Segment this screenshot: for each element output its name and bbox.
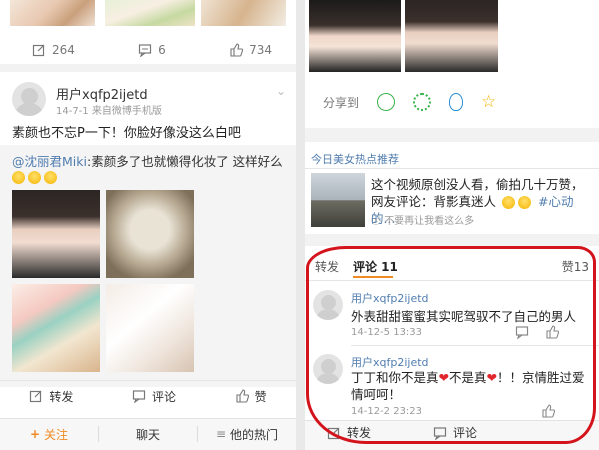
recommend-dismiss-label: 不要再让我看这么多	[384, 216, 475, 227]
section-gap	[305, 128, 599, 142]
comment-time: 14-12-2 23:23	[351, 406, 423, 417]
thumbs-up-icon	[235, 389, 249, 403]
divider	[351, 345, 599, 346]
recommend-thumbnail[interactable]	[311, 173, 365, 227]
top-image-3[interactable]	[201, 0, 286, 26]
avatar[interactable]	[12, 82, 46, 116]
post-text: 素颜也不忘P一下！你脸好像没这么白吧	[12, 126, 241, 141]
share-row: 分享到 ☆	[323, 90, 496, 114]
divider	[0, 380, 296, 381]
hot-section-title: 今日美女热点推荐	[311, 153, 399, 166]
wechat-icon[interactable]	[377, 93, 396, 111]
heart-icon: ❤	[486, 370, 497, 385]
comment-button[interactable]: 评论	[132, 388, 176, 405]
section-gap	[0, 64, 296, 72]
chevron-down-icon[interactable]: ⌄	[276, 84, 286, 98]
tab-active-indicator	[353, 276, 393, 278]
emoji-row	[12, 170, 60, 184]
top-image-2[interactable]	[105, 0, 195, 26]
tab-like[interactable]: 赞13	[562, 258, 589, 275]
comment-icon	[132, 389, 146, 403]
edit-icon	[327, 426, 341, 440]
tab-repost[interactable]: 转发	[315, 258, 339, 275]
hot-label: 他的热门	[230, 427, 279, 442]
close-icon: ⓧ	[371, 216, 381, 227]
top-image-1[interactable]	[10, 0, 95, 26]
avatar[interactable]	[313, 290, 343, 320]
comment-text-part: 丁丁和你不是真	[351, 370, 439, 385]
top-comment-action[interactable]: 6	[138, 43, 166, 57]
comment-text-part: 不是真	[449, 370, 487, 385]
bottom-comment-label: 评论	[453, 426, 478, 440]
heart-icon: ❤	[438, 370, 449, 385]
moments-icon[interactable]	[413, 93, 432, 111]
comment-time: 14-12-5 13:33	[351, 327, 423, 338]
top-like-count: 734	[249, 43, 272, 57]
quoted-text: :素颜多了也就懒得化妆了 这样好么	[86, 154, 283, 169]
comment-username[interactable]: 用户xqfp2ijetd	[351, 290, 429, 306]
qq-icon[interactable]	[449, 93, 464, 111]
follow-label: 关注	[44, 427, 69, 442]
bottom-repost-label: 转发	[347, 426, 372, 440]
avatar[interactable]	[313, 354, 343, 384]
comment-text: 丁丁和你不是真❤不是真❤！！京情胜过爱情呵呵！	[351, 369, 591, 403]
divider	[305, 280, 599, 281]
post-image-2[interactable]	[106, 190, 194, 278]
plus-icon: +	[29, 427, 41, 441]
chat-button[interactable]: 聊天	[99, 426, 197, 443]
like-label: 赞	[254, 389, 267, 404]
hot-button[interactable]: ≡ 他的热门	[198, 426, 296, 443]
post-image-4[interactable]	[106, 284, 194, 372]
post-image-1[interactable]	[12, 190, 100, 278]
comment-icon	[138, 43, 152, 57]
share-label: 分享到	[323, 95, 360, 110]
post-action-row: 转发 评论 赞	[0, 385, 296, 407]
top-photo-2[interactable]	[405, 0, 498, 72]
emoji-icon	[28, 171, 41, 184]
follow-button[interactable]: + 关注	[0, 426, 98, 443]
quoted-mention[interactable]: @沈丽君Miki	[12, 154, 87, 169]
bottom-repost-button[interactable]: 转发	[327, 424, 371, 441]
chat-label: 聊天	[135, 427, 160, 442]
comment-icon[interactable]	[515, 325, 529, 339]
top-action-row: 264 6 734	[32, 40, 272, 60]
post-username[interactable]: 用户xqfp2ijetd	[56, 84, 148, 103]
edit-icon	[32, 43, 46, 57]
emoji-icon	[44, 171, 57, 184]
comment-actions	[541, 404, 555, 418]
comment-actions	[515, 325, 559, 339]
post-meta: 14-7-1 来自微博手机版	[56, 106, 162, 117]
menu-icon: ≡	[215, 427, 227, 441]
thumbs-up-icon[interactable]	[545, 325, 559, 339]
section-gap	[305, 234, 599, 246]
top-like-action[interactable]: 734	[229, 43, 272, 57]
repost-label: 转发	[49, 389, 74, 404]
like-button[interactable]: 赞	[235, 388, 267, 405]
quoted-text-line: @沈丽君Miki:素颜多了也就懒得化妆了 这样好么	[12, 151, 292, 170]
top-repost-count: 264	[52, 43, 75, 57]
comment-label: 评论	[151, 389, 176, 404]
emoji-icon	[518, 196, 531, 209]
top-repost-action[interactable]: 264	[32, 43, 75, 57]
bottom-nav-items: + 关注 聊天 ≡ 他的热门	[0, 419, 296, 449]
edit-icon	[29, 389, 43, 403]
bottom-comment-button[interactable]: 评论	[433, 424, 477, 441]
divider	[305, 168, 599, 169]
emoji-icon	[502, 196, 515, 209]
right-weibo-panel: 分享到 ☆ 今日美女热点推荐 这个视频原创没人看，偷拍几十万赞，网友评论：背影真…	[305, 0, 599, 450]
top-photo-1[interactable]	[309, 0, 401, 72]
left-weibo-panel: 264 6 734 用户xqfp2ijetd 14-7-1 来自微博手机版 ⌄ …	[0, 0, 296, 450]
emoji-icon	[12, 171, 25, 184]
tab-comment[interactable]: 评论 11	[353, 258, 398, 275]
qzone-star-icon[interactable]: ☆	[481, 93, 496, 111]
comment-username[interactable]: 用户xqfp2ijetd	[351, 354, 429, 370]
post-image-3[interactable]	[12, 284, 100, 372]
repost-button[interactable]: 转发	[29, 388, 73, 405]
comment-icon	[433, 426, 447, 440]
comment-text: 外表甜甜蜜蜜其实呢驾驭不了自己的男人	[351, 309, 577, 324]
recommend-dismiss[interactable]: ⓧ 不要再让我看这么多	[371, 212, 474, 227]
top-comment-count: 6	[158, 43, 166, 57]
thumbs-up-icon	[229, 43, 244, 57]
thumbs-up-icon[interactable]	[541, 404, 555, 418]
